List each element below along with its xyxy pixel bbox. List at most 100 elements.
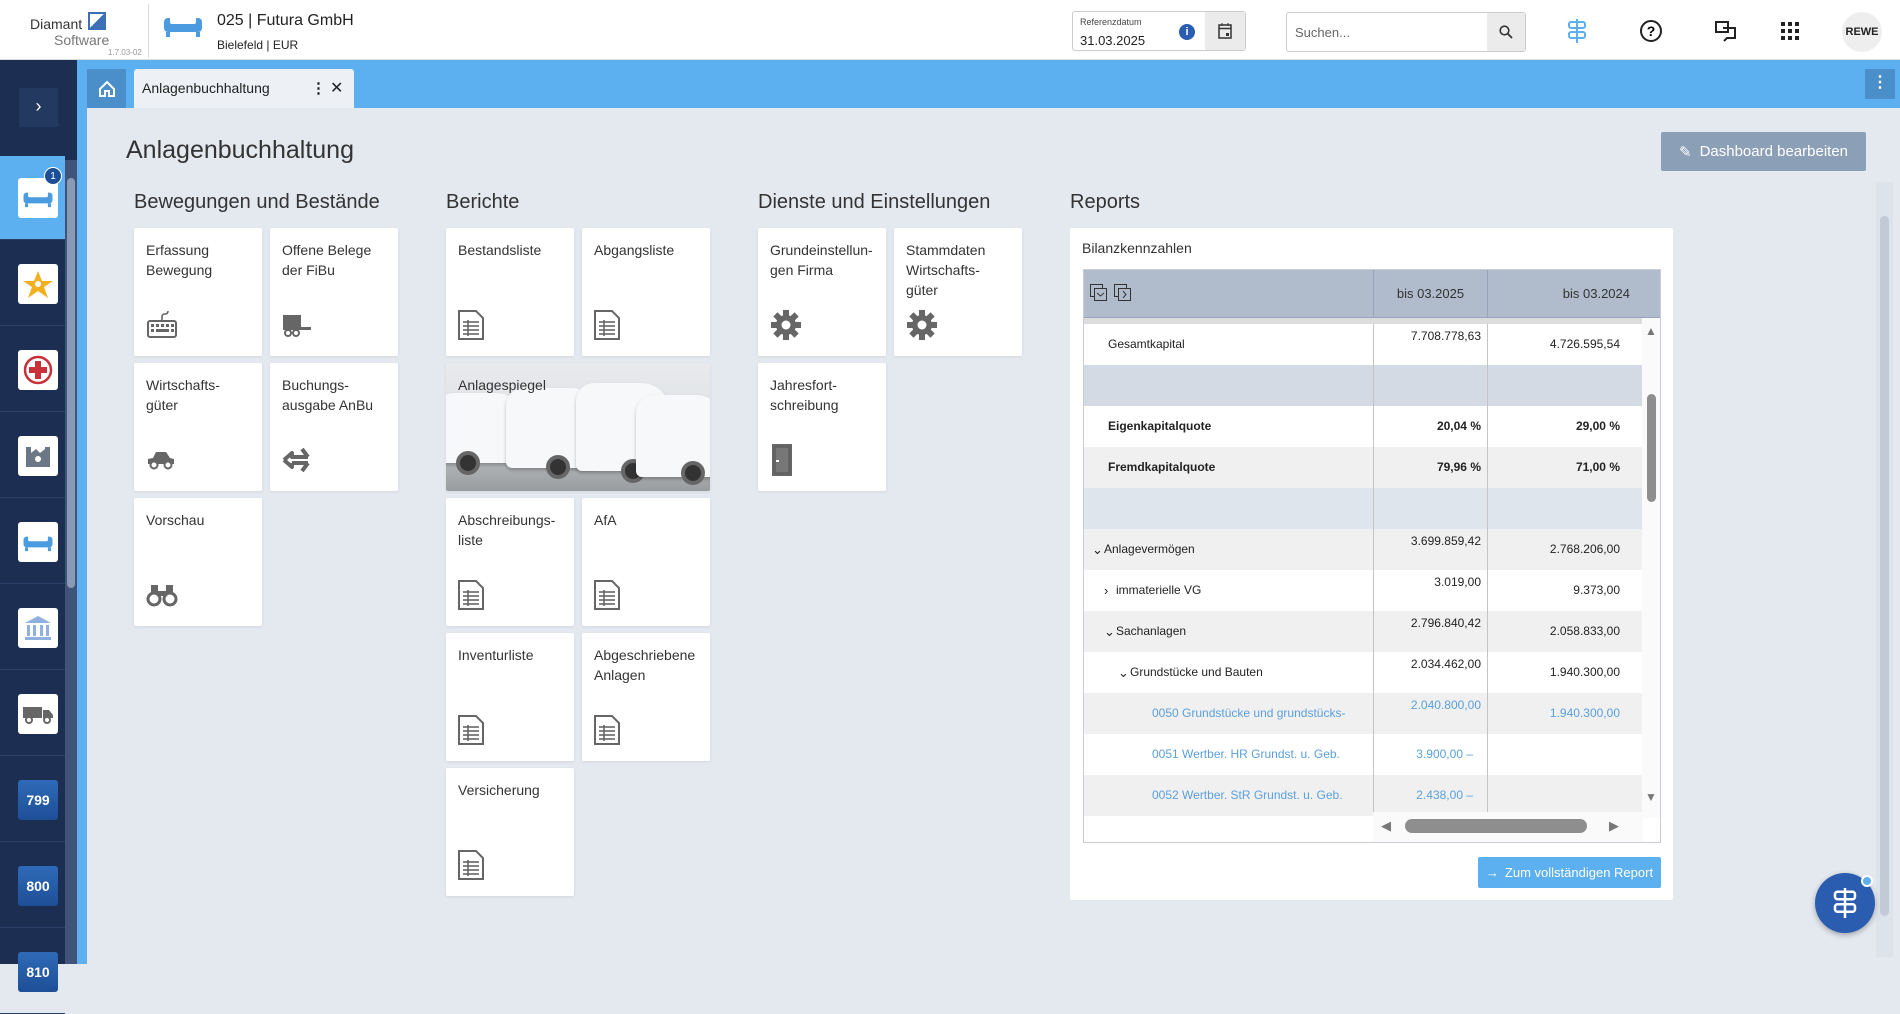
tile-label: AfA [594, 512, 617, 528]
table-row[interactable]: › immaterielle VG 3.019,00 9.373,00 [1084, 570, 1642, 611]
scroll-down-icon[interactable]: ▼ [1645, 790, 1657, 804]
sidebar-expand-button[interactable]: › [19, 88, 58, 127]
table-row[interactable]: Eigenkapitalquote 20,04 % 29,00 % [1084, 406, 1642, 447]
table-row[interactable]: ⌄ Grundstücke und Bauten 2.034.462,00 1.… [1084, 652, 1642, 693]
scroll-up-icon[interactable]: ▲ [1645, 324, 1657, 338]
row-label: Grundstücke und Bauten [1130, 665, 1263, 679]
sidebar-scrollbar[interactable] [65, 160, 77, 964]
table-row[interactable] [1084, 365, 1642, 406]
signpost-icon[interactable] [1562, 16, 1592, 46]
diamant-software-logo: Diamant Software 1.7.03-02 [26, 10, 142, 57]
sidebar-item[interactable] [0, 242, 65, 326]
user-avatar[interactable]: REWE [1842, 12, 1882, 52]
tile-buchungs-ausgabe-anbu[interactable]: Buchungs- ausgabe AnBu [270, 363, 398, 491]
value-current: 20,04 % [1373, 406, 1487, 447]
table-row[interactable] [1084, 488, 1642, 529]
tab-anlagenbuchhaltung[interactable]: Anlagenbuchhaltung ⋮ ✕ [134, 69, 354, 108]
report-table: bis 03.2025 bis 03.2024 Gesamtkapital 7.… [1083, 269, 1661, 843]
section-title: Dienste und Einstellungen [758, 191, 991, 213]
sidebar-item[interactable]: 1 [0, 156, 65, 240]
tile-label: Wirtschafts- güter [146, 377, 220, 413]
full-report-button[interactable]: → Zum vollständigen Report [1478, 857, 1661, 888]
search-icon[interactable] [1487, 13, 1525, 51]
search-field[interactable]: Suchen... [1286, 12, 1526, 52]
table-vertical-scrollbar[interactable]: ▲ ▼ [1642, 318, 1660, 818]
medical-cross-icon [18, 350, 58, 390]
tile-versicherung[interactable]: Versicherung [446, 768, 574, 896]
company-number-badge: 799 [18, 780, 58, 820]
sidebar-item[interactable] [0, 328, 65, 412]
chevron-down-icon[interactable]: ⌄ [1092, 529, 1103, 570]
table-row[interactable]: 0051 Wertber. HR Grundst. u. Geb. 3.900,… [1084, 734, 1642, 775]
tile-offene-belege-der-fibu[interactable]: Offene Belege der FiBu [270, 228, 398, 356]
search-input[interactable]: Suchen... [1295, 25, 1350, 40]
chevron-right-icon[interactable]: › [1104, 570, 1108, 611]
tile-anlagespiegel[interactable]: Anlagespiegel [446, 363, 710, 491]
table-row[interactable]: ⌄ Sachanlagen 2.796.840,42 2.058.833,00 [1084, 611, 1642, 652]
tile-stammdaten-wirtschafts-güter[interactable]: Stammdaten Wirtschafts- güter [894, 228, 1022, 356]
page-scrollbar[interactable] [1876, 182, 1893, 957]
more-vert-icon[interactable]: ⋮ [311, 79, 326, 97]
table-horizontal-scrollbar[interactable]: ◀ ▶ [1373, 812, 1643, 842]
table-row[interactable]: ⌄ Anlagevermögen 3.699.859,42 2.768.206,… [1084, 529, 1642, 570]
value-current: 2.438,00 – [1373, 775, 1487, 816]
tab-menu-button[interactable]: ⋮ [1865, 69, 1895, 99]
sidebar-item[interactable] [0, 672, 65, 756]
gear-icon [906, 308, 940, 342]
sidebar-item[interactable] [0, 586, 65, 670]
value-current [1373, 365, 1487, 406]
reference-date-value[interactable]: 31.03.2025 [1080, 33, 1145, 48]
collapse-all-icon[interactable] [1114, 284, 1132, 307]
tile-abgangsliste[interactable]: Abgangsliste [582, 228, 710, 356]
value-previous: 1.940.300,00 [1487, 693, 1642, 734]
apps-grid-icon[interactable] [1775, 16, 1805, 46]
value-current: 79,96 % [1373, 447, 1487, 488]
tile-abschreibungs-liste[interactable]: Abschreibungs- liste [446, 498, 574, 626]
expand-all-icon[interactable] [1090, 284, 1108, 307]
table-row[interactable]: Fremdkapitalquote 79,96 % 71,00 % [1084, 447, 1642, 488]
tile-label: Versicherung [458, 782, 540, 798]
logo-line2: Software [54, 32, 110, 48]
sidebar-item[interactable] [0, 500, 65, 584]
info-icon[interactable]: i [1179, 24, 1195, 40]
chat-icon[interactable] [1711, 16, 1741, 46]
tile-grundeinstellun-gen-firma[interactable]: Grundeinstellun- gen Firma [758, 228, 886, 356]
table-row[interactable]: 0050 Grundstücke und grundstücks- 2.040.… [1084, 693, 1642, 734]
tile-abgeschriebene-anlagen[interactable]: Abgeschriebene Anlagen [582, 633, 710, 761]
chevron-down-icon[interactable]: ⌄ [1104, 611, 1115, 652]
divider [148, 4, 149, 58]
tile-label: Inventurliste [458, 647, 534, 663]
binoculars-icon [146, 578, 180, 612]
company-title[interactable]: 025 | Futura GmbH [217, 12, 354, 30]
edit-dashboard-label: Dashboard bearbeiten [1699, 143, 1849, 160]
calendar-icon[interactable] [1205, 12, 1245, 50]
reference-date-field[interactable]: Referenzdatum 31.03.2025 i [1072, 11, 1246, 51]
signpost-fab-button[interactable] [1815, 873, 1875, 933]
tile-wirtschafts-güter[interactable]: Wirtschafts- güter [134, 363, 262, 491]
bank-icon [18, 608, 58, 648]
home-button[interactable] [87, 69, 126, 108]
value-current: 3.900,00 – [1373, 734, 1487, 775]
sidebar-item[interactable]: 799 [0, 758, 65, 842]
sidebar-item[interactable]: 800 [0, 844, 65, 928]
tile-bestandsliste[interactable]: Bestandsliste [446, 228, 574, 356]
table-row[interactable]: Gesamtkapital 7.708.778,63 4.726.595,54 [1084, 324, 1642, 365]
row-label: Fremdkapitalquote [1108, 460, 1216, 474]
value-previous: 1.940.300,00 [1487, 652, 1642, 693]
sidebar-item[interactable]: 810 [0, 930, 65, 1014]
tile-jahresfort-schreibung[interactable]: Jahresfort- schreibung [758, 363, 886, 491]
tile-erfassung-bewegung[interactable]: Erfassung Bewegung [134, 228, 262, 356]
tile-inventurliste[interactable]: Inventurliste [446, 633, 574, 761]
version-label: 1.7.03-02 [108, 48, 142, 57]
gear-icon [770, 308, 804, 342]
help-icon[interactable]: ? [1636, 16, 1666, 46]
tile-afa[interactable]: AfA [582, 498, 710, 626]
scroll-right-icon[interactable]: ▶ [1609, 818, 1619, 834]
tile-vorschau[interactable]: Vorschau [134, 498, 262, 626]
sidebar-item[interactable] [0, 414, 65, 498]
table-row[interactable]: 0052 Wertber. StR Grundst. u. Geb. 2.438… [1084, 775, 1642, 816]
chevron-down-icon[interactable]: ⌄ [1118, 652, 1129, 693]
scroll-left-icon[interactable]: ◀ [1381, 818, 1391, 834]
close-icon[interactable]: ✕ [330, 78, 343, 98]
edit-dashboard-button[interactable]: ✎ Dashboard bearbeiten [1661, 132, 1866, 171]
